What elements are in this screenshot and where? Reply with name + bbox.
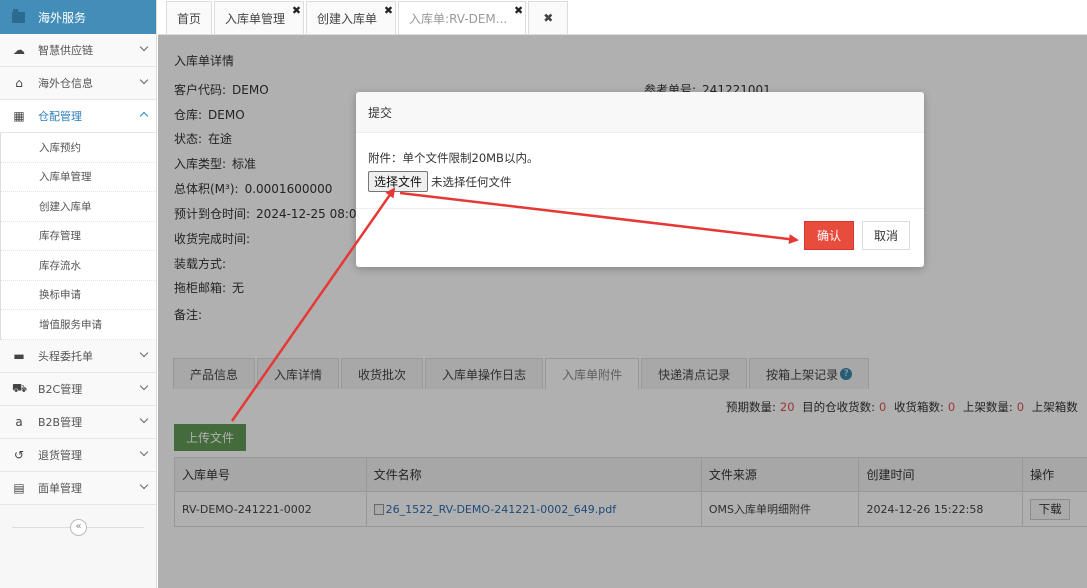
brand-label: 海外服务 (38, 10, 87, 25)
amazon-icon: a (15, 414, 23, 429)
sidebar-item-warehouse-management[interactable]: ▦ 仓配管理 (0, 100, 156, 133)
sidebar-item-returns[interactable]: ↺ 退货管理 (0, 438, 156, 472)
sidebar-item-label: 退货管理 (38, 448, 82, 462)
sidebar-subitem-inbound-orders[interactable]: 入库单管理 (1, 162, 156, 192)
sidebar-subitem-inbound-booking[interactable]: 入库预约 (1, 133, 156, 163)
sidebar-item-b2b[interactable]: a B2B管理 (0, 405, 156, 439)
briefcase-icon: ▬ (13, 348, 25, 363)
tab-label: 首页 (177, 11, 202, 26)
sidebar-subitem-value-added[interactable]: 增值服务申请 (1, 310, 156, 340)
tab-inbound-detail[interactable]: 入库单:RV-DEM... ✖ (398, 1, 527, 34)
grid-icon: ▦ (13, 109, 25, 123)
close-icon: ✖ (543, 11, 554, 25)
sidebar-item-label: 头程委托单 (38, 349, 93, 363)
sidebar-subitem-inventory-flow[interactable]: 库存流水 (1, 251, 156, 281)
no-file-text: 未选择任何文件 (431, 174, 512, 189)
file-input: 选择文件 未选择任何文件 (368, 171, 512, 192)
sidebar-item-b2c[interactable]: ⛟ B2C管理 (0, 372, 156, 406)
tab-home[interactable]: 首页 (166, 1, 213, 34)
sidebar-item-label: 仓配管理 (38, 110, 82, 123)
sidebar-subitem-create-inbound[interactable]: 创建入库单 (1, 192, 156, 222)
sidebar-collapse-button[interactable]: « (70, 519, 87, 536)
undo-icon: ↺ (13, 447, 25, 462)
home-icon: ⌂ (15, 76, 23, 90)
choose-file-button[interactable]: 选择文件 (368, 171, 429, 192)
sidebar-brand[interactable]: 海外服务 (0, 0, 156, 34)
cart-icon: ⛟ (12, 380, 28, 395)
attachment-note: 附件：单个文件限制20MB以内。 (368, 151, 539, 165)
tab-create-inbound[interactable]: 创建入库单 ✖ (306, 1, 397, 34)
submit-dialog: 提交 附件：单个文件限制20MB以内。 选择文件 未选择任何文件 确认 取消 (356, 92, 924, 267)
tab-label: 入库单管理 (225, 11, 286, 26)
cancel-button[interactable]: 取消 (862, 221, 910, 250)
dialog-divider (356, 208, 924, 209)
folder-icon (12, 8, 25, 23)
sidebar-item-first-leg[interactable]: ▬ 头程委托单 (0, 339, 156, 373)
sidebar: 海外服务 ☁ 智慧供应链 ⌂ 海外仓信息 ▦ 仓配管理 入库预约 入库单管理 创… (0, 0, 157, 588)
close-icon[interactable]: ✖ (292, 4, 301, 17)
close-all-tabs-button[interactable]: ✖ (528, 1, 569, 34)
sidebar-item-label: 海外仓信息 (38, 77, 93, 90)
tab-label: 入库单:RV-DEM... (409, 11, 508, 26)
dialog-title: 提交 (356, 92, 924, 133)
sidebar-item-supply-chain[interactable]: ☁ 智慧供应链 (0, 34, 156, 67)
sidebar-item-labels[interactable]: ▤ 面单管理 (0, 471, 156, 505)
confirm-button[interactable]: 确认 (804, 221, 854, 250)
tab-label: 创建入库单 (317, 11, 378, 26)
close-icon[interactable]: ✖ (384, 4, 393, 17)
sidebar-subitem-inventory[interactable]: 库存管理 (1, 221, 156, 251)
sidebar-item-label: 面单管理 (38, 481, 82, 495)
sidebar-submenu: 入库预约 入库单管理 创建入库单 库存管理 库存流水 换标申请 增值服务申请 (0, 133, 156, 340)
sidebar-item-label: B2B管理 (38, 415, 83, 429)
sidebar-subitem-relabel[interactable]: 换标申请 (1, 280, 156, 310)
sidebar-item-label: B2C管理 (38, 382, 83, 396)
tab-bar: 首页 入库单管理 ✖ 创建入库单 ✖ 入库单:RV-DEM... ✖ ✖ (158, 0, 1087, 35)
tab-inbound-orders[interactable]: 入库单管理 ✖ (214, 1, 305, 34)
cloud-icon: ☁ (13, 43, 25, 57)
sidebar-item-label: 智慧供应链 (38, 44, 93, 57)
sidebar-item-warehouse-info[interactable]: ⌂ 海外仓信息 (0, 67, 156, 100)
document-icon: ▤ (13, 480, 25, 495)
close-icon[interactable]: ✖ (514, 4, 523, 17)
